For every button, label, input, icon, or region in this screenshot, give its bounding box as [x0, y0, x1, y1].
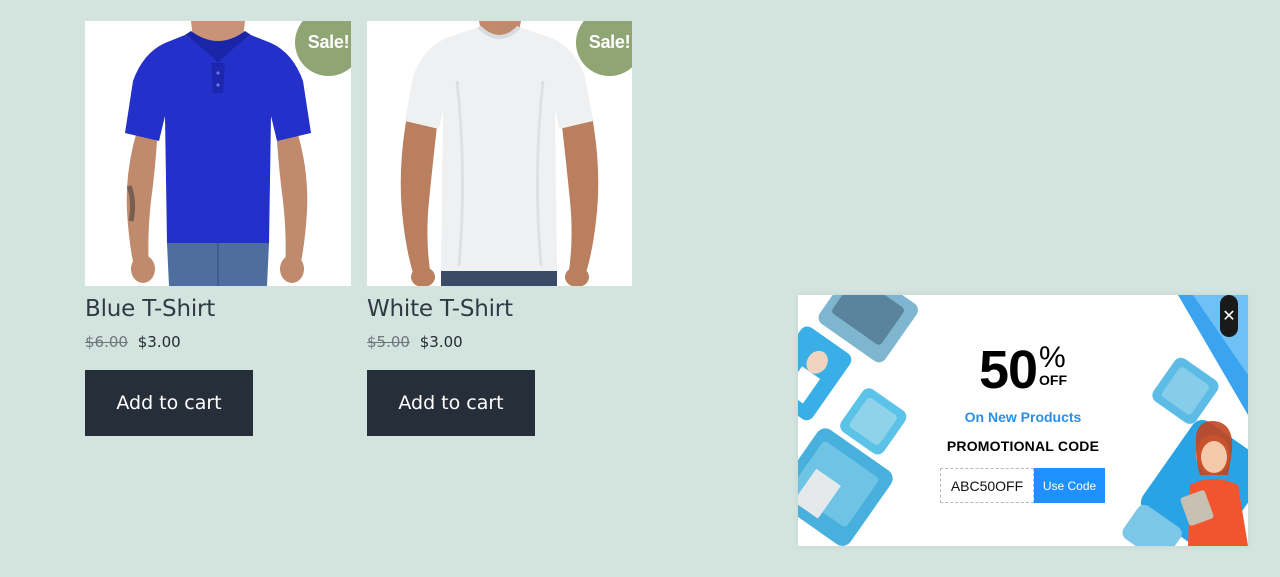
close-icon[interactable]: ✕: [1220, 295, 1238, 337]
promo-code-label: PROMOTIONAL CODE: [946, 438, 1100, 454]
promo-code-row: ABC50OFF Use Code: [940, 468, 1105, 503]
sale-price: $3.00: [419, 333, 463, 351]
promo-popup: ✕ 50 % OFF On New Products PROMOTIONAL C…: [798, 295, 1248, 546]
promo-code-field[interactable]: ABC50OFF: [940, 468, 1034, 503]
discount-number: 50: [978, 340, 1038, 400]
promo-subline: On New Products: [964, 409, 1082, 425]
discount: 50 % OFF: [938, 341, 1108, 399]
price: $6.00 $3.00: [85, 333, 351, 351]
product-title[interactable]: White T-Shirt: [367, 296, 632, 322]
promo-content: 50 % OFF On New Products PROMOTIONAL COD…: [938, 341, 1108, 454]
add-to-cart-button[interactable]: Add to cart: [85, 370, 253, 436]
off-label: OFF: [1039, 372, 1068, 388]
discount-suffix: % OFF: [1039, 341, 1068, 388]
old-price: $5.00: [367, 333, 410, 351]
product-image-blue-tshirt[interactable]: Sale!: [85, 21, 351, 286]
sale-price: $3.00: [137, 333, 181, 351]
percent-symbol: %: [1039, 341, 1066, 374]
add-to-cart-button[interactable]: Add to cart: [367, 370, 535, 436]
product-card-blue-tshirt: Sale! Blue T-Shirt $6.00 $3.00 Add to ca…: [85, 21, 351, 436]
use-code-button[interactable]: Use Code: [1034, 468, 1105, 503]
product-card-white-tshirt: Sale! White T-Shirt $5.00 $3.00 Add to c…: [367, 21, 632, 436]
product-image-white-tshirt[interactable]: Sale!: [367, 21, 632, 286]
old-price: $6.00: [85, 333, 128, 351]
product-title[interactable]: Blue T-Shirt: [85, 296, 351, 322]
price: $5.00 $3.00: [367, 333, 632, 351]
